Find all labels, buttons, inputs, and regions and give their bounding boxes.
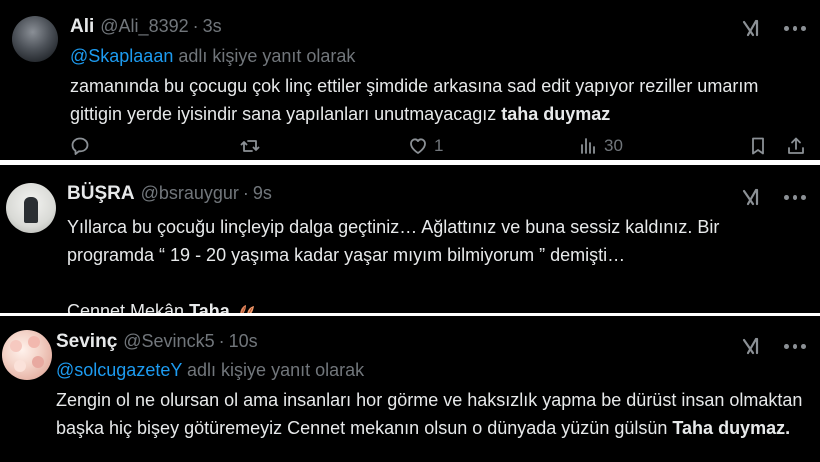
tweet-text-body: zamanında bu çocugu çok linç ettiler şim… <box>70 76 759 124</box>
like-button[interactable]: 1 <box>408 136 443 156</box>
retweet-button[interactable] <box>240 136 260 156</box>
tweet-text: Yıllarca bu çocuğu linçleyip dalga geçti… <box>67 213 807 313</box>
tweet-top-actions <box>742 336 807 356</box>
tweet-header: Sevinç @Sevinck5 · 10s <box>56 331 258 353</box>
timestamp[interactable]: 10s <box>229 331 258 352</box>
avatar[interactable] <box>6 183 56 233</box>
more-icon[interactable] <box>784 343 807 349</box>
tweet-text-body: Yıllarca bu çocuğu linçleyip dalga geçti… <box>67 217 720 265</box>
avatar[interactable] <box>2 330 52 380</box>
share-icon <box>788 137 804 154</box>
separator-dot: · <box>192 16 199 36</box>
like-icon <box>410 138 426 154</box>
user-handle[interactable]: @Sevinck5 <box>123 331 214 352</box>
more-icon[interactable] <box>784 25 807 31</box>
tweet-busra[interactable]: BÜŞRA @bsrauygur · 9s Yıllarca bu çocuğu… <box>0 165 820 313</box>
timestamp[interactable]: 9s <box>253 183 272 204</box>
user-handle[interactable]: @Ali_8392 <box>100 16 188 37</box>
grok-icon[interactable] <box>742 18 762 38</box>
share-button[interactable] <box>786 136 806 156</box>
views-button[interactable]: 30 <box>578 136 623 156</box>
tweet-text-bold: Taha <box>189 301 230 313</box>
tweet-text: zamanında bu çocugu çok linç ettiler şim… <box>70 72 810 128</box>
timestamp[interactable]: 3s <box>203 16 222 37</box>
tweet-top-actions <box>742 187 807 207</box>
display-name[interactable]: Sevinç <box>56 331 117 353</box>
tweet-text-bold: Taha duymaz. <box>672 418 791 438</box>
separator-dot: · <box>242 183 249 203</box>
leaf-emoji-icon <box>240 305 254 313</box>
separator-dot: · <box>218 331 225 351</box>
more-icon[interactable] <box>784 194 807 200</box>
reply-context: @Skaplaaan adlı kişiye yanıt olarak <box>70 46 355 67</box>
tweet-sevinc[interactable]: Sevinç @Sevinck5 · 10s @solcugazeteY adl… <box>0 316 820 462</box>
tweet-text-line: Cennet Mekân Taha <box>67 297 807 313</box>
reply-mention-link[interactable]: @Skaplaaan <box>70 46 173 66</box>
display-name[interactable]: BÜŞRA <box>67 183 135 205</box>
reply-button[interactable] <box>70 136 90 156</box>
view-count: 30 <box>604 136 623 155</box>
reply-context: @solcugazeteY adlı kişiye yanıt olarak <box>56 360 364 381</box>
bookmark-icon <box>752 137 764 155</box>
like-count: 1 <box>434 136 444 155</box>
grok-icon[interactable] <box>742 187 762 207</box>
tweet-header: Ali @Ali_8392 · 3s <box>70 16 222 38</box>
tweet-ali[interactable]: Ali @Ali_8392 · 3s @Skaplaaan adlı kişiy… <box>0 0 820 160</box>
tweet-top-actions <box>742 18 807 38</box>
tweet-header: BÜŞRA @bsrauygur · 9s <box>67 183 272 205</box>
tweet-text-bold: taha duymaz <box>501 104 611 124</box>
retweet-icon <box>240 140 260 152</box>
reply-context-text: adlı kişiye yanıt olarak <box>173 46 356 66</box>
user-handle[interactable]: @bsrauygur <box>141 183 239 204</box>
tweet-text-part: Cennet Mekân <box>67 301 190 313</box>
grok-icon[interactable] <box>742 336 762 356</box>
avatar[interactable] <box>12 16 58 62</box>
reply-icon <box>71 137 89 155</box>
tweet-text: Zengin ol ne olursan ol ama insanları ho… <box>56 386 816 442</box>
bookmark-button[interactable] <box>748 136 768 156</box>
display-name[interactable]: Ali <box>70 16 94 38</box>
tweet-actions-bar: 1 30 <box>0 136 820 160</box>
views-icon <box>581 138 595 154</box>
reply-mention-link[interactable]: @solcugazeteY <box>56 360 182 380</box>
reply-context-text: adlı kişiye yanıt olarak <box>182 360 365 380</box>
